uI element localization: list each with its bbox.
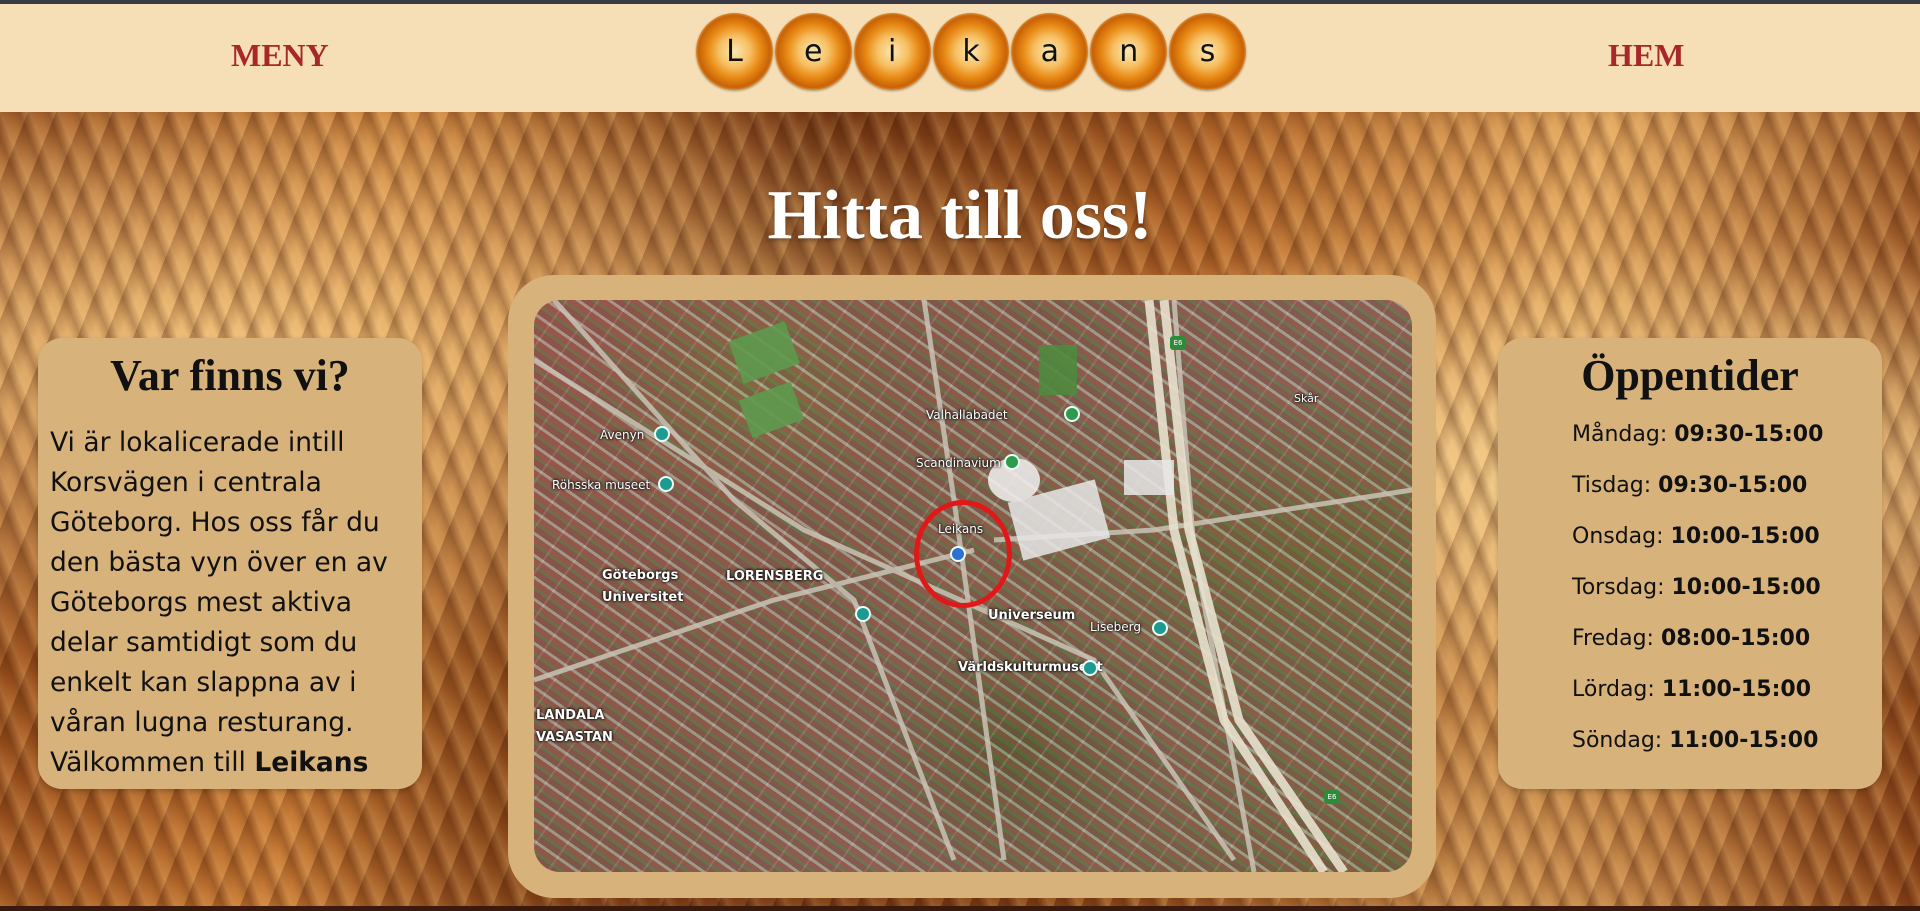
map-pin-icon [1064,406,1080,422]
hours-time: 09:30-15:00 [1674,422,1824,447]
location-description: Vi är lokalicerade intill Korsvägen i ce… [50,427,388,778]
map-pin-icon [658,476,674,492]
hours-time: 11:00-15:00 [1661,677,1811,702]
map-label-avenyn: Avenyn [600,428,645,442]
satellite-map[interactable]: Avenyn Röhsska museet Göteborgs Universi… [534,300,1412,872]
location-highlight-circle [914,500,1012,608]
location-card: Var finns vi? Vi är lokalicerade intill … [38,338,422,789]
hours-day: Fredag: [1572,626,1654,651]
map-label-goteborgs: Göteborgs [602,568,679,583]
hours-card: Öppentider Måndag: 09:30-15:00 Tisdag: 0… [1498,338,1882,789]
map-label-universeum: Universeum [988,608,1076,623]
hours-time: 10:00-15:00 [1671,575,1821,600]
hours-list: Måndag: 09:30-15:00 Tisdag: 09:30-15:00 … [1514,421,1866,778]
road-e6-shield: E6 [1170,336,1186,350]
map-label-landala: LANDALA [536,708,605,723]
map-label-skar: Skår [1294,392,1319,405]
site-header: MENY L e i k a n s HEM [0,4,1920,112]
map-pin-icon [654,426,670,442]
road-e6-shield: E6 [1324,790,1340,804]
location-card-title: Var finns vi? [110,351,350,400]
home-link[interactable]: HEM [1608,37,1684,74]
menu-link[interactable]: MENY [231,37,329,74]
logo-orange-slice-icon: a [1011,13,1089,90]
hours-time: 11:00-15:00 [1669,728,1819,753]
map-pin-icon [855,606,871,622]
map-pin-icon [1152,620,1168,636]
hours-day: Lördag: [1572,677,1655,702]
hours-day: Söndag: [1572,728,1663,753]
hours-item: Måndag: 09:30-15:00 [1572,421,1866,472]
restaurant-name: Leikans [254,747,369,778]
hours-item: Fredag: 08:00-15:00 [1572,625,1866,676]
hours-day: Torsdag: [1572,575,1665,600]
map-label-lorensberg: LORENSBERG [726,569,824,584]
bottom-border [0,906,1920,911]
map-label-valhallabadet: Valhallabadet [926,408,1008,422]
hours-time: 08:00-15:00 [1660,626,1811,651]
map-label-universitet: Universitet [602,590,684,605]
logo-orange-slice-icon: e [774,13,852,90]
hours-item: Tisdag: 09:30-15:00 [1572,472,1866,523]
logo-orange-slice-icon: L [696,13,773,90]
map-label-vasastan: VASASTAN [536,730,613,745]
hours-day: Onsdag: [1572,524,1664,549]
map-label-scandinavium: Scandinavium [916,456,1001,470]
map-label-rohsska: Röhsska museet [552,478,651,492]
logo-orange-slice-icon: s [1169,13,1247,90]
logo-letter: k [962,34,980,69]
map-label-varldskultur: Världskulturmuseet [958,660,1103,675]
map-pin-icon [1082,660,1098,676]
logo-letter: e [804,34,823,69]
hours-time: 09:30-15:00 [1658,473,1808,498]
hours-card-title: Öppentider [1581,351,1799,400]
logo-orange-slice-icon: i [853,13,931,90]
map-frame: Avenyn Röhsska museet Göteborgs Universi… [508,275,1436,898]
logo[interactable]: L e i k a n s [696,13,1247,99]
page-title: Hitta till oss! [767,177,1153,254]
hours-item: Onsdag: 10:00-15:00 [1572,523,1866,574]
logo-letter: s [1199,34,1216,69]
logo-orange-slice-icon: n [1090,13,1168,90]
map-pin-icon [1004,454,1020,470]
logo-letter: a [1040,34,1060,69]
hours-item: Torsdag: 10:00-15:00 [1572,574,1866,625]
hours-item: Lördag: 11:00-15:00 [1572,676,1866,727]
logo-letter: i [887,34,897,69]
location-card-text: Vi är lokalicerade intill Korsvägen i ce… [50,423,410,783]
logo-orange-slice-icon: k [932,13,1010,90]
hours-day: Tisdag: [1572,473,1652,498]
hours-day: Måndag: [1572,422,1668,447]
logo-letter: L [726,34,743,69]
map-label-liseberg: Liseberg [1090,620,1141,634]
hours-time: 10:00-15:00 [1670,524,1820,549]
logo-letter: n [1119,34,1139,69]
hours-item: Söndag: 11:00-15:00 [1572,727,1866,778]
